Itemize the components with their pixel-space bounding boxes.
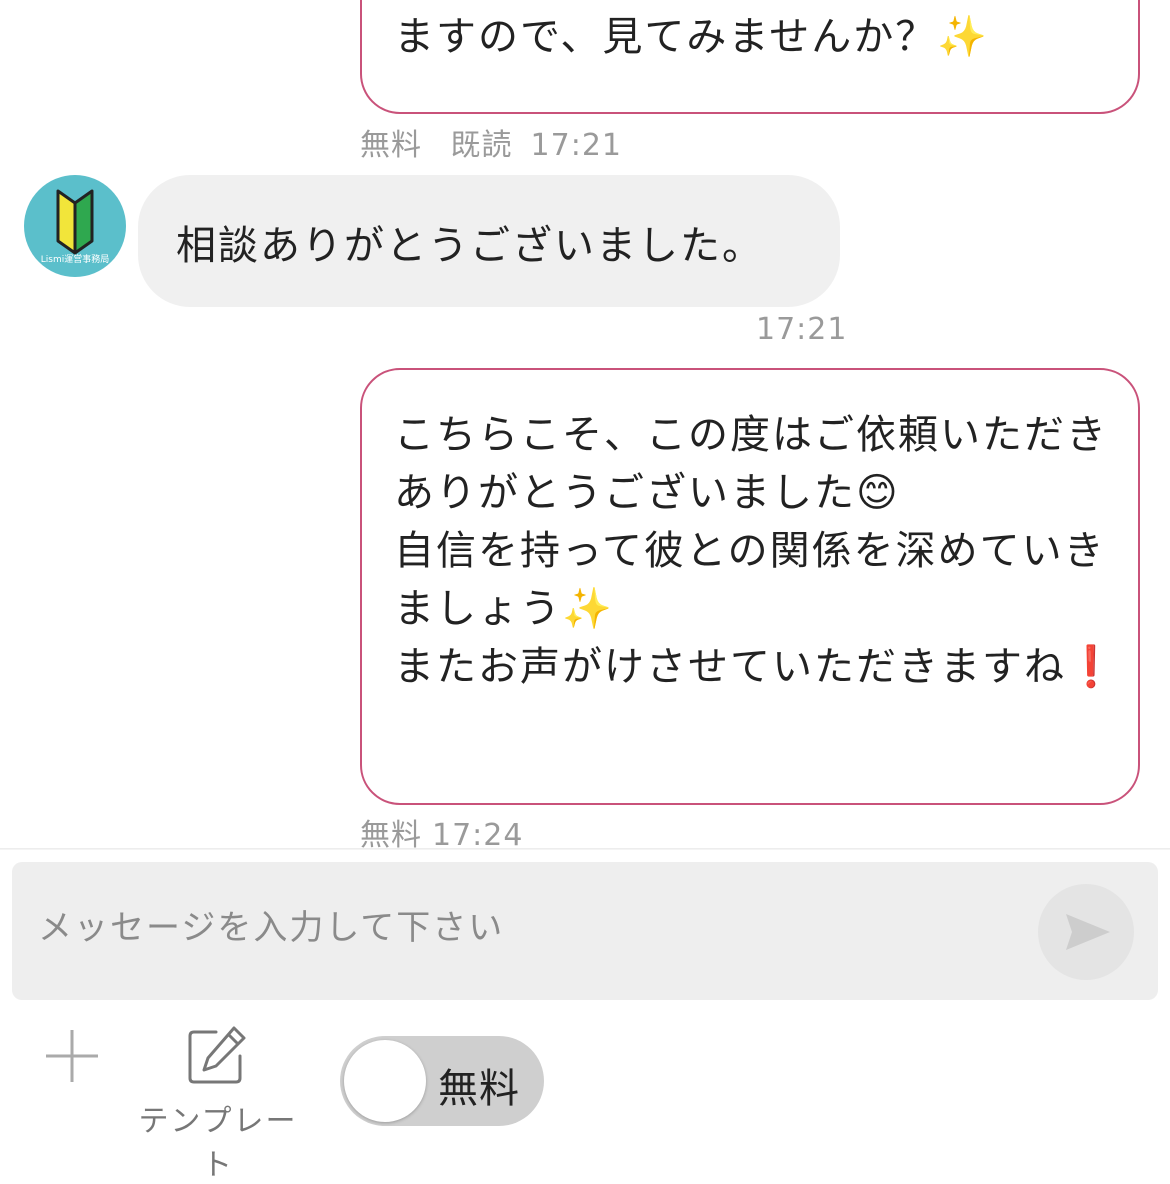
message-text: こちらこそ、この度はご依頼いただきありがとうございました😊 自信を持って彼との関… bbox=[394, 412, 1118, 690]
outgoing-message-bubble: ますので、見てみませんか？✨ bbox=[360, 0, 1140, 114]
message-meta: 無料 既読 17:21 bbox=[360, 120, 640, 164]
plus-icon[interactable] bbox=[44, 1028, 100, 1084]
read-receipt: 既読 bbox=[450, 128, 513, 163]
send-icon bbox=[1066, 914, 1110, 950]
template-button[interactable]: テンプレート bbox=[128, 1024, 308, 1183]
message-text: 相談ありがとうございました。 bbox=[176, 223, 764, 269]
edit-icon bbox=[188, 1026, 246, 1084]
message-meta: 17:21 bbox=[756, 312, 865, 347]
composer-divider bbox=[0, 848, 1170, 850]
toggle-knob[interactable] bbox=[344, 1040, 426, 1122]
toggle-label: 無料 bbox=[438, 1066, 520, 1112]
template-label: テンプレート bbox=[138, 1104, 298, 1183]
message-input[interactable]: メッセージを入力して下さい bbox=[12, 862, 1158, 1000]
free-toggle[interactable]: 無料 bbox=[340, 1036, 544, 1126]
timestamp: 17:21 bbox=[756, 312, 848, 347]
price-label: 無料 bbox=[360, 128, 422, 163]
timestamp: 17:21 bbox=[530, 128, 623, 163]
incoming-message-bubble: 相談ありがとうございました。 bbox=[138, 175, 840, 307]
message-input-placeholder: メッセージを入力して下さい bbox=[38, 908, 505, 948]
send-button[interactable] bbox=[1038, 884, 1134, 980]
outgoing-message-bubble: こちらこそ、この度はご依頼いただきありがとうございました😊 自信を持って彼との関… bbox=[360, 368, 1140, 805]
message-text: ますので、見てみませんか？✨ bbox=[394, 14, 990, 60]
avatar-label: Lismi運営事務局 bbox=[40, 255, 110, 265]
avatar[interactable]: Lismi運営事務局 bbox=[24, 175, 126, 277]
